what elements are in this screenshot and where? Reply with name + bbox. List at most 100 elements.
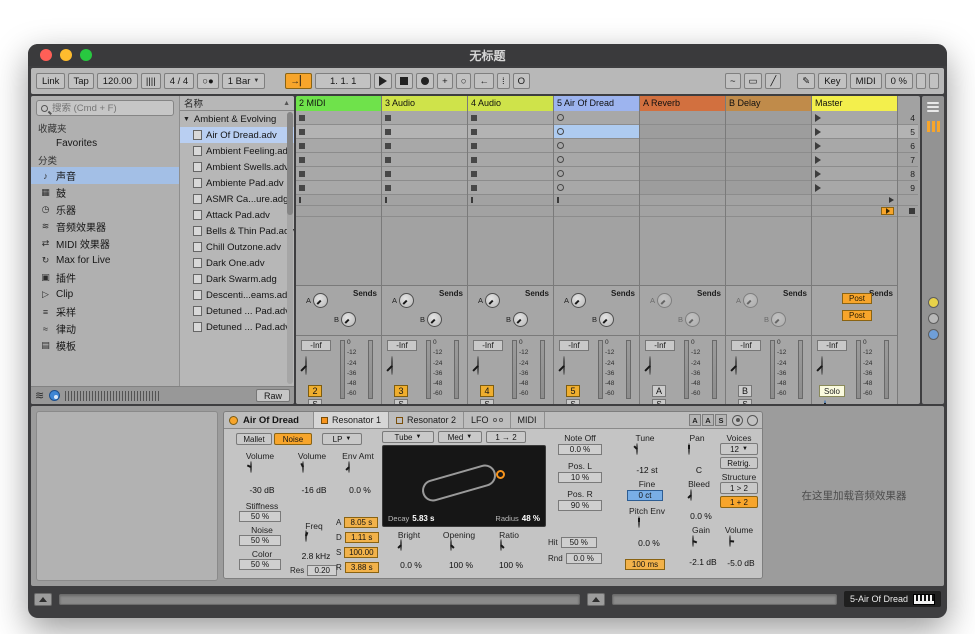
decay-field[interactable]: 1.11 s bbox=[345, 532, 379, 543]
pos-r-field[interactable]: 90 % bbox=[558, 500, 602, 511]
sidebar-item-samples[interactable]: ≡采样 bbox=[31, 303, 179, 320]
volume-display[interactable]: -Inf bbox=[731, 340, 761, 351]
resonator-on-icon[interactable] bbox=[321, 417, 328, 424]
list-scrollbar[interactable] bbox=[287, 112, 293, 384]
solo-button[interactable]: S bbox=[652, 399, 666, 404]
tab-resonator-2[interactable]: Resonator 2 bbox=[388, 412, 463, 428]
tab-resonator-1[interactable]: Resonator 1 bbox=[313, 412, 388, 428]
clip-stop-row[interactable] bbox=[296, 195, 381, 206]
volume-knob[interactable] bbox=[563, 356, 565, 375]
sidebar-item-grooves[interactable]: ≈律动 bbox=[31, 320, 179, 337]
time-signature-field[interactable]: 4 / 4 bbox=[164, 73, 195, 89]
current-track-chip[interactable]: 5-Air Of Dread bbox=[844, 591, 941, 607]
sidebar-item-instruments[interactable]: ◷乐器 bbox=[31, 201, 179, 218]
mixer-toggle-icon[interactable] bbox=[928, 329, 939, 340]
menu-icon[interactable] bbox=[927, 102, 939, 112]
volume-knob[interactable] bbox=[735, 356, 737, 375]
clip-slot[interactable] bbox=[296, 139, 381, 153]
clip-slot[interactable] bbox=[468, 125, 553, 139]
save-preset-icon[interactable] bbox=[747, 415, 758, 426]
send-a-knob[interactable] bbox=[313, 293, 328, 308]
stiffness-slider[interactable]: 50 % bbox=[239, 511, 281, 522]
solo-button[interactable]: S bbox=[566, 399, 580, 404]
clip-slot[interactable] bbox=[296, 181, 381, 195]
volume-knob[interactable] bbox=[477, 356, 479, 375]
punch-in-button[interactable]: ⁞ bbox=[497, 73, 510, 89]
send-b-knob[interactable] bbox=[427, 312, 442, 327]
env-amt-knob[interactable] bbox=[348, 461, 350, 473]
clip-stop-row[interactable] bbox=[468, 195, 553, 206]
sidebar-item-templates[interactable]: ▤模板 bbox=[31, 337, 179, 354]
clip-slot[interactable] bbox=[382, 139, 467, 153]
send-a-pre-post-toggle[interactable]: Post bbox=[842, 293, 872, 304]
voices-menu[interactable]: 12▼ bbox=[720, 443, 758, 455]
browser-file-row[interactable]: Bells & Thin Pad.adv bbox=[180, 223, 294, 239]
browser-folder-row[interactable]: ▼ Ambient & Evolving bbox=[180, 111, 294, 127]
line-tool-button[interactable]: ╱ bbox=[765, 73, 781, 89]
quantize-menu[interactable]: 1 Bar▼ bbox=[222, 73, 266, 89]
hot-swap-icon[interactable] bbox=[732, 415, 743, 426]
send-a-knob[interactable] bbox=[485, 293, 500, 308]
output-volume-knob[interactable] bbox=[729, 535, 731, 547]
clip-slot[interactable] bbox=[296, 167, 381, 181]
sidebar-item-max-for-live[interactable]: ↻Max for Live bbox=[31, 252, 179, 269]
track-activator[interactable]: A bbox=[652, 385, 666, 397]
solo-button[interactable]: S bbox=[738, 399, 752, 404]
clip-slot[interactable] bbox=[554, 139, 639, 153]
loop-button[interactable]: O bbox=[513, 73, 530, 89]
attack-field[interactable]: 8.05 s bbox=[344, 517, 378, 528]
scene-number[interactable]: 6 bbox=[898, 139, 918, 153]
send-b-knob[interactable] bbox=[599, 312, 614, 327]
sidebar-item-plugins[interactable]: ▣插件 bbox=[31, 269, 179, 286]
send-a[interactable]: A bbox=[478, 293, 500, 308]
send-b-knob[interactable] bbox=[771, 312, 786, 327]
solo-button[interactable]: S bbox=[394, 399, 408, 404]
overdub-button[interactable]: + bbox=[437, 73, 453, 89]
clip-stop-row[interactable] bbox=[382, 206, 467, 217]
scene-number[interactable]: 7 bbox=[898, 153, 918, 167]
draw-mode-button[interactable]: ✎ bbox=[797, 73, 815, 89]
tempo-field[interactable]: 120.00 bbox=[97, 73, 138, 89]
track-title[interactable]: 5 Air Of Dread bbox=[554, 96, 639, 111]
scene-number[interactable]: 5 bbox=[898, 125, 918, 139]
scene-number[interactable]: 4 bbox=[898, 111, 918, 125]
pan-knob[interactable] bbox=[688, 443, 690, 455]
follow-button[interactable]: →▏ bbox=[285, 73, 312, 89]
color-slider[interactable]: 50 % bbox=[239, 559, 281, 570]
send-a-knob[interactable] bbox=[743, 293, 758, 308]
freq-knob[interactable] bbox=[305, 530, 307, 542]
clip-slot[interactable] bbox=[382, 153, 467, 167]
cpu-meter[interactable]: 0 % bbox=[885, 73, 913, 89]
send-b-knob[interactable] bbox=[341, 312, 356, 327]
box-tool-button[interactable]: ▭ bbox=[744, 73, 763, 89]
noise-amount-slider[interactable]: 50 % bbox=[239, 535, 281, 546]
clip-slot[interactable] bbox=[382, 181, 467, 195]
volume-display[interactable]: -Inf bbox=[645, 340, 675, 351]
nudge-buttons[interactable]: |||| bbox=[141, 73, 161, 89]
raw-preview-button[interactable]: Raw bbox=[256, 389, 290, 402]
arrangement-position-field[interactable]: 1. 1. 1 bbox=[315, 73, 371, 89]
device-on-toggle[interactable] bbox=[229, 416, 238, 425]
rnd-field[interactable]: 0.0 % bbox=[566, 553, 602, 564]
send-a-knob[interactable] bbox=[399, 293, 414, 308]
disclosure-triangle-icon[interactable]: ▼ bbox=[183, 116, 190, 123]
stop-all-clips-button[interactable] bbox=[881, 207, 894, 215]
volume-display[interactable]: -Inf bbox=[559, 340, 589, 351]
structure-serial-button[interactable]: 1 > 2 bbox=[720, 482, 758, 494]
midi-indicator-button[interactable]: MIDI bbox=[850, 73, 882, 89]
device-drop-zone[interactable]: 在这里加载音频效果器 bbox=[771, 411, 937, 579]
browser-file-row[interactable]: Ambiente Pad.adv bbox=[180, 175, 294, 191]
send-b[interactable]: B bbox=[592, 312, 614, 327]
sidebar-item-sounds[interactable]: ♪声音 bbox=[31, 167, 179, 184]
play-button[interactable] bbox=[374, 73, 392, 89]
sustain-field[interactable]: 100.00 bbox=[344, 547, 378, 558]
browser-file-row[interactable]: Descenti...eams.adv bbox=[180, 287, 294, 303]
fine-field[interactable]: 0 ct bbox=[627, 490, 663, 501]
send-a[interactable]: A bbox=[650, 293, 672, 308]
browser-file-row[interactable]: Dark One.adv bbox=[180, 255, 294, 271]
clip-slot[interactable] bbox=[468, 181, 553, 195]
automation-arm-button[interactable]: ○ bbox=[456, 73, 472, 89]
noise-volume-knob[interactable] bbox=[302, 461, 304, 473]
hit-field[interactable]: 50 % bbox=[561, 537, 597, 548]
release-field[interactable]: 3.88 s bbox=[345, 562, 379, 573]
